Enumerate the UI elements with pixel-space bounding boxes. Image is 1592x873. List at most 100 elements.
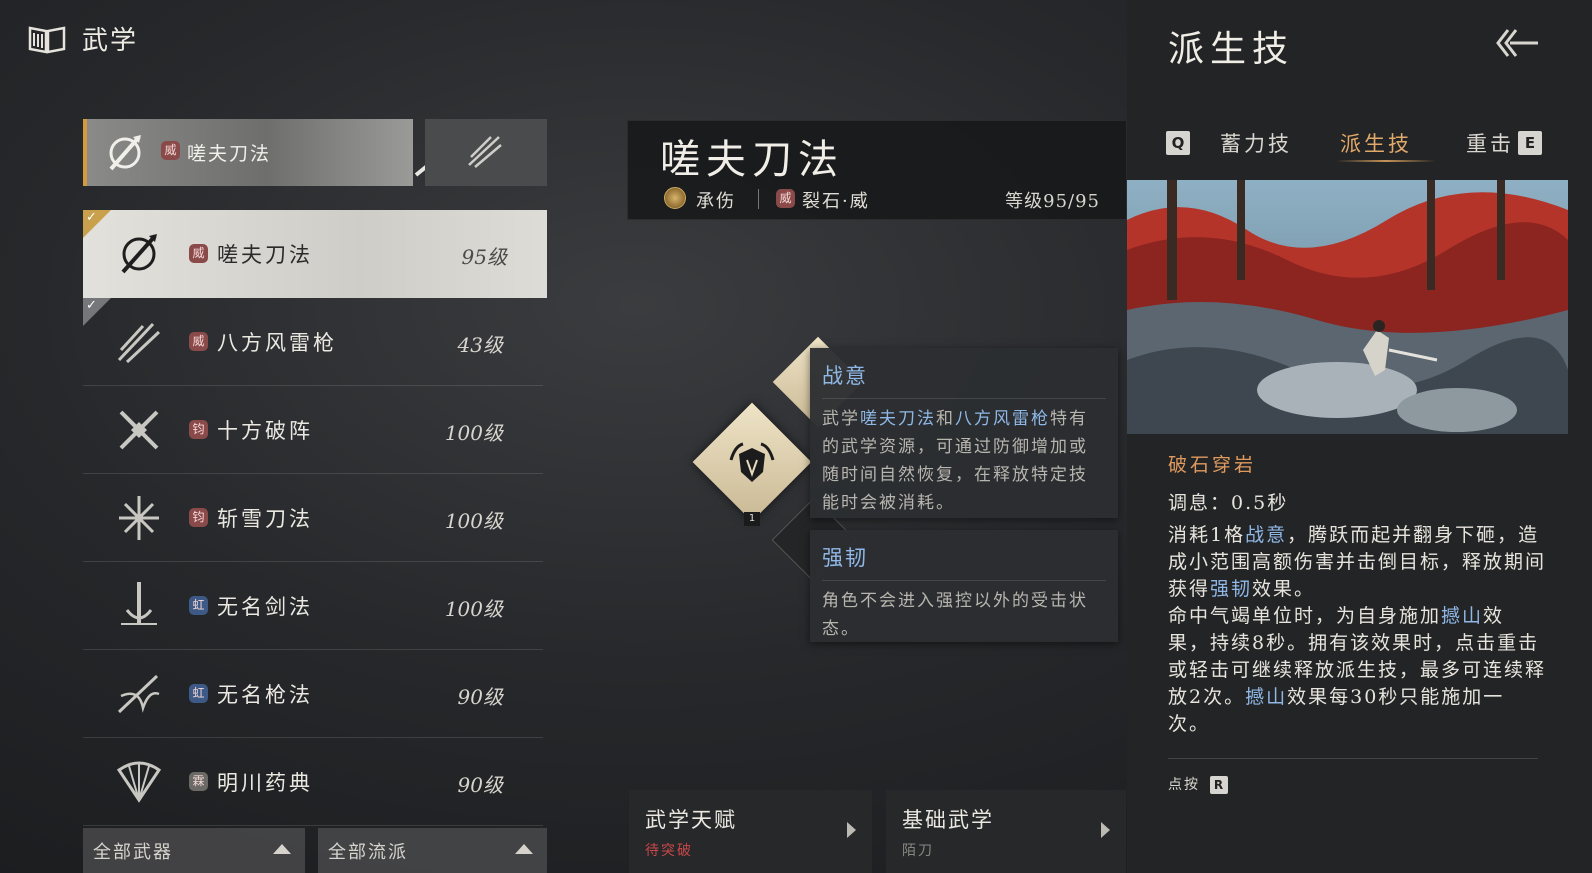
weapon-row[interactable]: 霖明川药典 90级 [83, 738, 543, 826]
press-hint: 点按 R [1168, 774, 1229, 794]
key-q-hint: Q [1166, 131, 1190, 155]
card-status: 待突破 [645, 843, 693, 859]
skill-level: 等级95/95 [1005, 191, 1100, 212]
card-title: 基础武学 [902, 808, 994, 832]
spear-icon [468, 136, 502, 168]
secondary-weapon-slot[interactable] [425, 119, 547, 186]
weapon-name: 十方破阵 [217, 419, 313, 443]
keyword-link: 八方风雷枪 [955, 409, 1050, 429]
skill-style: 裂石·威 [802, 191, 870, 212]
weapon-level: 100级 [444, 509, 503, 533]
weapon-name: 八方风雷枪 [217, 331, 337, 355]
keyword-link: 嗟夫刀法 [860, 409, 936, 429]
lance-icon [117, 674, 160, 714]
text-segment: 消耗1格 [1168, 524, 1246, 546]
tooltip-zhanyi: 战意 武学嗟夫刀法和八方风雷枪特有的武学资源，可通过防御增加或随时间自然恢复，在… [810, 348, 1118, 518]
skill-role: 承伤 [696, 191, 736, 212]
tooltip-qiangren: 强韧 角色不会进入强控以外的受击状态。 [810, 530, 1118, 642]
style-seal: 霖 [189, 772, 208, 791]
card-subtitle: 陌刀 [902, 843, 934, 859]
caret-up-icon [515, 844, 533, 854]
active-tab-underline [1336, 160, 1436, 162]
card-title: 武学天赋 [645, 808, 737, 832]
tank-role-icon [664, 187, 686, 209]
weapon-filter-label: 全部武器 [93, 842, 173, 863]
move-name: 破石穿岩 [1168, 454, 1257, 476]
chevron-right-icon [847, 822, 856, 838]
divider [1168, 758, 1538, 759]
node-rank-badge: 1 [744, 512, 760, 526]
checkmark-icon: ✓ [83, 210, 111, 238]
weapon-row[interactable]: ✓ 威嗟夫刀法 95级 [83, 210, 547, 298]
sabre-icon [121, 234, 157, 274]
tab-derived-skill[interactable]: 派生技 [1340, 128, 1412, 158]
martial-talent-button[interactable]: 武学天赋 待突破 [629, 790, 872, 873]
snow-blade-icon [119, 496, 159, 540]
divider [758, 189, 759, 209]
style-seal: 虹 [189, 596, 208, 615]
tooltip-body: 武学嗟夫刀法和八方风雷枪特有的武学资源，可通过防御增加或随时间自然恢复，在释放特… [822, 405, 1106, 517]
weapon-row[interactable]: 钧十方破阵 100级 [83, 386, 543, 474]
weapon-level: 100级 [444, 421, 503, 445]
move-cooldown: 调息：0.5秒 [1168, 492, 1289, 514]
tooltip-title: 强韧 [822, 542, 1106, 581]
page-title: 武学 [82, 26, 139, 56]
key-e-hint: E [1518, 131, 1542, 155]
press-label: 点按 [1168, 777, 1200, 793]
weapon-row[interactable]: 虹无名枪法 90级 [83, 650, 543, 738]
weapon-name: 无名枪法 [217, 683, 313, 707]
equipped-weapon-slot[interactable]: 威 嗟夫刀法 [83, 119, 474, 186]
tab-heavy-attack[interactable]: 重击 [1466, 128, 1514, 158]
skill-preview-image [1127, 180, 1568, 434]
weapon-name: 斩雪刀法 [217, 507, 313, 531]
checkmark-icon: ✓ [83, 298, 111, 326]
key-r-hint: R [1210, 776, 1229, 794]
panel-title: 派生技 [1168, 29, 1295, 70]
book-icon [28, 26, 66, 54]
crossed-blades-icon [119, 410, 159, 450]
keyword-link: 战意 [1245, 524, 1288, 546]
skill-header-card: 嗟夫刀法 承伤 威 裂石·威 等级95/95 [627, 120, 1127, 220]
chevron-right-icon [1101, 822, 1110, 838]
shield-crest-icon [729, 442, 775, 482]
school-filter-label: 全部流派 [328, 842, 408, 863]
weapon-level: 90级 [457, 685, 503, 709]
style-seal: 威 [189, 332, 208, 351]
weapon-name: 明川药典 [217, 771, 313, 795]
weapon-row[interactable]: 虹无名剑法 100级 [83, 562, 543, 650]
basic-martial-button[interactable]: 基础武学 陌刀 [886, 790, 1126, 873]
style-seal: 钧 [189, 420, 208, 439]
text-segment: 效果。 [1252, 578, 1316, 600]
move-description: 消耗1格战意，腾跃而起并翻身下砸，造成小范围高额伤害并击倒目标，释放期间获得强韧… [1168, 522, 1546, 738]
sabre-icon [109, 135, 141, 171]
keyword-link: 撼山 [1441, 605, 1484, 627]
tooltip-body: 角色不会进入强控以外的受击状态。 [822, 591, 1088, 639]
style-seal: 威 [189, 244, 208, 263]
back-arrow-icon[interactable] [1494, 24, 1540, 62]
weapon-level: 100级 [444, 597, 503, 621]
text-segment: 和 [936, 409, 955, 429]
weapon-level: 43级 [457, 333, 503, 357]
keyword-link: 撼山 [1245, 686, 1288, 708]
weapon-list: ✓ 威嗟夫刀法 95级 ✓ 威八方风雷枪 43级钧十方破阵 100级钧斩雪刀法 100级虹无名… [83, 210, 547, 826]
sword-icon [121, 582, 157, 625]
text-segment: 武学 [822, 409, 860, 429]
tab-charged-skill[interactable]: 蓄力技 [1220, 128, 1292, 158]
text-segment: 命中气竭单位时，为自身施加 [1168, 605, 1442, 627]
style-seal: 虹 [189, 684, 208, 703]
weapon-name: 嗟夫刀法 [217, 243, 313, 267]
weapon-name: 无名剑法 [217, 595, 313, 619]
weapon-level: 95级 [461, 245, 507, 269]
caret-up-icon [273, 844, 291, 854]
style-seal: 钧 [189, 508, 208, 527]
skill-title: 嗟夫刀法 [660, 137, 844, 183]
weapon-filter-dropdown[interactable]: 全部武器 [83, 828, 305, 873]
keyword-link: 强韧 [1210, 578, 1253, 600]
school-filter-dropdown[interactable]: 全部流派 [318, 828, 547, 873]
style-seal: 威 [161, 141, 180, 160]
equipped-weapon-name: 嗟夫刀法 [187, 143, 272, 165]
tooltip-title: 战意 [822, 360, 1106, 399]
weapon-row[interactable]: 钧斩雪刀法 100级 [83, 474, 543, 562]
weapon-level: 90级 [457, 773, 503, 797]
weapon-row[interactable]: ✓ 威八方风雷枪 43级 [83, 298, 543, 386]
